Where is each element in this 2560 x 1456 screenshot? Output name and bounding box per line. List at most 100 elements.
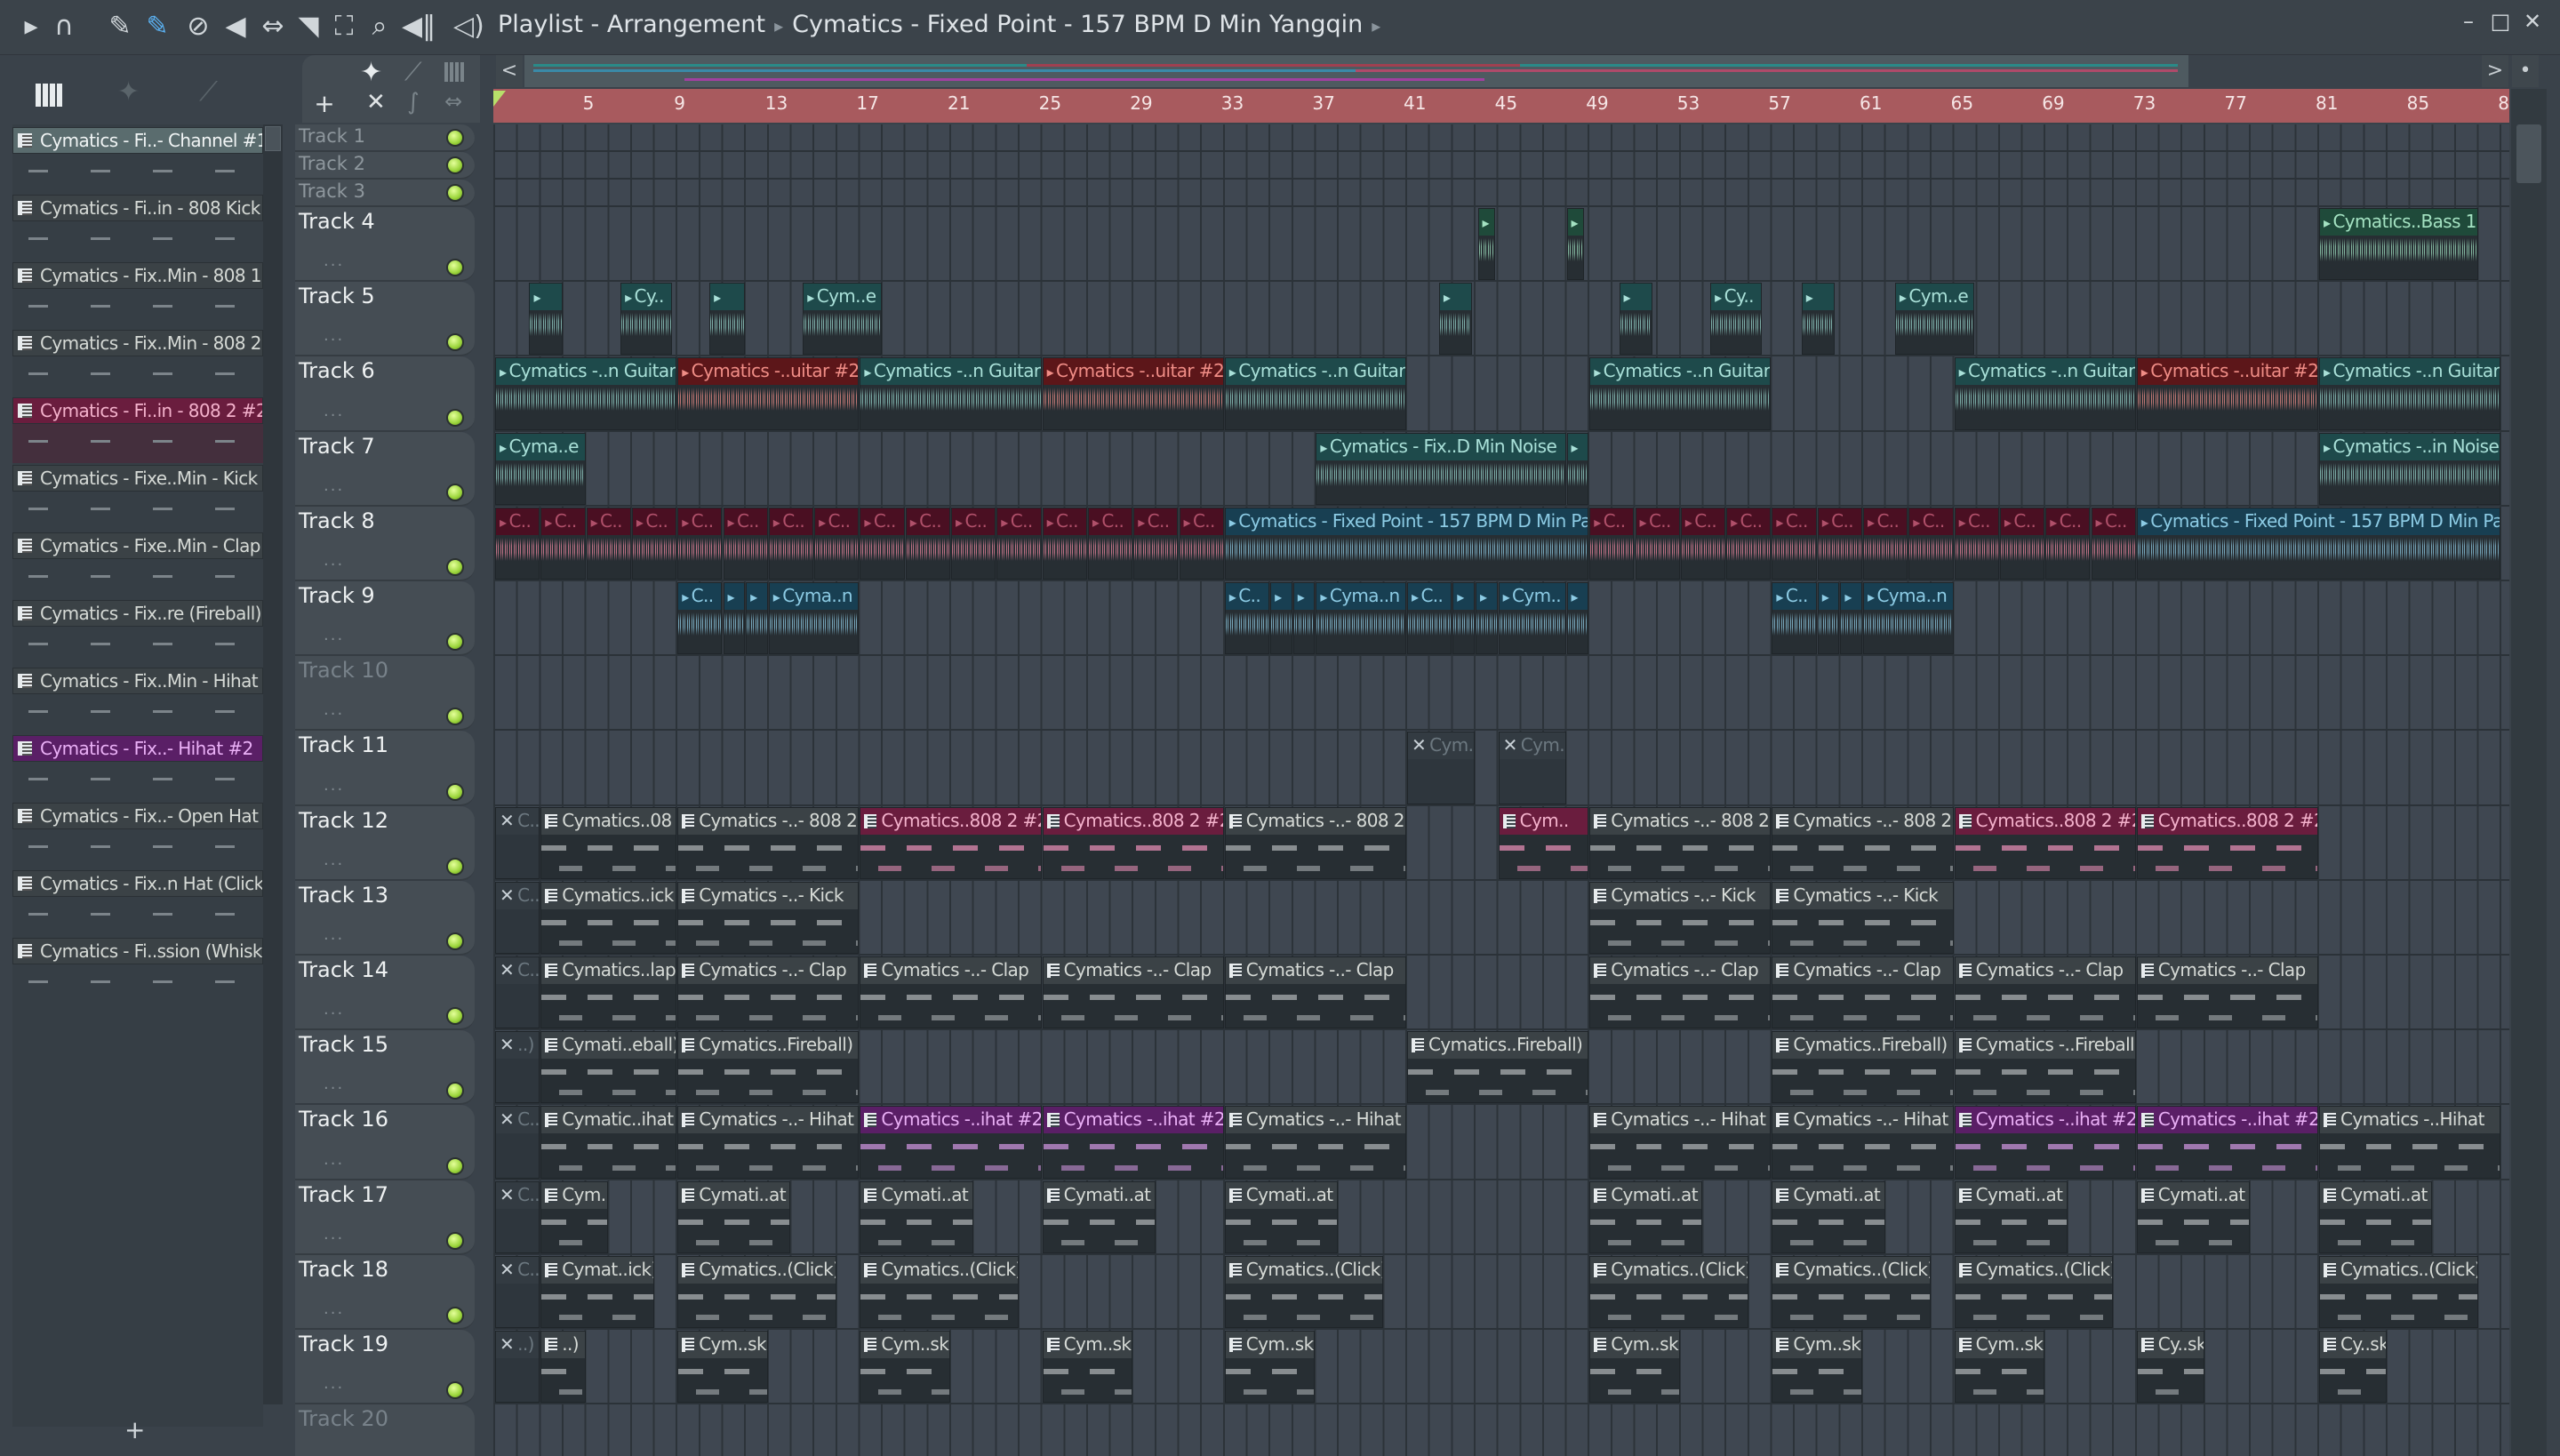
clip-header[interactable]: ▸ Cy..	[1711, 284, 1762, 311]
audio-clip[interactable]: ▸ C..	[677, 582, 723, 655]
clip-header[interactable]: Cymatics..lap	[541, 957, 676, 984]
clip-header[interactable]: Cy..sk)	[2137, 1332, 2204, 1358]
playback-icon[interactable]: ◀‖	[402, 9, 436, 44]
track-options[interactable]: ...	[324, 626, 344, 644]
timeline-ruler[interactable]: 5 9 13 17 21 25 29 33 37 41 45 49 53 57 61 65 69 73 77 81 85…	[493, 89, 2509, 123]
clip-header[interactable]: Cymatics -..- 808 2	[1590, 807, 1771, 835]
clip-header[interactable]: Cymatics..Fireball)	[1408, 1032, 1588, 1060]
clip-header[interactable]: Cymatics -..- Clap	[1955, 957, 2135, 984]
track-header[interactable]: Track 10...	[295, 656, 475, 732]
pattern-clip[interactable]: Cymatics -..- Kick	[677, 881, 860, 954]
pattern-clip[interactable]: Cymatics -..Hihat	[2319, 1106, 2501, 1179]
clip-header[interactable]: ▸ Cy..	[621, 284, 672, 311]
picker-item-header[interactable]: Cymatics - Fix..re (Fireball)	[12, 600, 263, 627]
audio-clip[interactable]: ▸	[1566, 432, 1589, 505]
audio-clip[interactable]: ▸ C..	[996, 507, 1042, 580]
audio-clip[interactable]: ▸ C..	[1133, 507, 1179, 580]
pattern-clip[interactable]: Cymatics -..- Clap	[1224, 956, 1406, 1029]
audio-clip[interactable]: ▸	[1475, 582, 1498, 655]
picker-scrollbar[interactable]	[263, 124, 283, 1404]
mute-icon[interactable]: ◀	[220, 9, 251, 44]
clip-header[interactable]: Cymatics -..- Clap	[860, 957, 1041, 984]
clip-header[interactable]: Cymatics..Fireball)	[1772, 1032, 1953, 1060]
clip-header[interactable]: ▸ Cymatics -..uitar #2	[1043, 358, 1223, 386]
clip-header[interactable]: ▸ C..	[1088, 508, 1132, 535]
audio-clip[interactable]: ▸ C..	[905, 507, 950, 580]
muted-clip[interactable]: ✕ C..	[495, 1255, 540, 1328]
audio-clip[interactable]: ▸ C..	[1042, 507, 1087, 580]
playlist-grid[interactable]: ▸ ▸ ▸ Cymatics..Bass 1 ▸ ▸ Cy.. ▸ ▸ Cym..e ▸ ▸ ▸ Cy..…	[493, 124, 2509, 1456]
audio-clip[interactable]: ▸ C..	[768, 507, 814, 580]
track-header[interactable]: Track 6...	[295, 356, 475, 432]
audio-clip[interactable]: ▸ Cymatics - Fixed Point - 157 BPM D Min …	[1224, 507, 1589, 580]
track-mute-led[interactable]	[446, 1082, 464, 1100]
clip-header[interactable]: ▸ Cymatics -..uitar #2	[678, 358, 859, 386]
clip-header[interactable]: ▸	[1453, 583, 1474, 610]
clip-header[interactable]: ..)	[541, 1332, 585, 1358]
track-mute-led[interactable]	[446, 1381, 464, 1400]
picker-item-header[interactable]: Cymatics - Fi..in - 808 Kick	[12, 195, 263, 221]
audio-clip[interactable]: ▸	[1477, 208, 1496, 281]
slip-icon[interactable]: ⇔	[258, 9, 288, 44]
clip-header[interactable]: ✕ C..	[496, 1107, 540, 1134]
track-options[interactable]: ...	[324, 402, 344, 420]
clip-header[interactable]: Cymatics..(Click)	[2320, 1256, 2477, 1284]
clip-header[interactable]: Cymatics -..ihat #2	[2137, 1107, 2317, 1134]
clip-header[interactable]: Cymatics..808 2 #2	[2137, 807, 2317, 835]
track-name[interactable]: Track 8	[299, 508, 375, 533]
clip-header[interactable]: Cym..sk)	[860, 1332, 949, 1358]
clip-header[interactable]: ▸ Cym..	[1499, 583, 1565, 610]
piano-icon[interactable]	[36, 84, 62, 107]
audio-clip[interactable]: ▸ C..	[1680, 507, 1726, 580]
clip-header[interactable]: Cymatics -..- Clap	[1590, 957, 1771, 984]
clip-header[interactable]: Cymatics..808 2 #2	[1955, 807, 2135, 835]
pattern-clip[interactable]: Cymatics -..- Hihat	[1224, 1106, 1406, 1179]
audio-clip[interactable]: ▸ C..	[1772, 582, 1817, 655]
track-name[interactable]: Track 15	[299, 1032, 388, 1057]
pattern-clip[interactable]: Cymatics -..- Hihat	[677, 1106, 860, 1179]
track-name[interactable]: Track 9	[299, 583, 375, 608]
audio-clip[interactable]: ▸ C..	[2091, 507, 2136, 580]
scroll-right-button[interactable]: >	[2482, 55, 2508, 87]
pattern-clip[interactable]: Cymatics -..- 808 2	[1772, 806, 1954, 879]
clip-header[interactable]: Cymatics -..- Kick	[1590, 882, 1771, 909]
clip-header[interactable]: Cymatics..(Click)	[1955, 1256, 2113, 1284]
audio-clip[interactable]: ▸	[1270, 582, 1292, 655]
track-name[interactable]: Track 4	[299, 209, 375, 234]
scroll-thumb[interactable]	[2516, 124, 2541, 183]
picker-item-header[interactable]: Cymatics - Fix..- Hihat #2	[12, 735, 263, 762]
pattern-clip[interactable]: Cymatics -..ihat #2	[2136, 1106, 2318, 1179]
clip-header[interactable]: ▸ Cymatics -..n Guitar	[2320, 358, 2500, 386]
track-mute-led[interactable]	[446, 857, 464, 876]
track-name[interactable]: Track 1	[299, 125, 365, 147]
track-mute-led[interactable]	[446, 129, 464, 147]
track-header[interactable]: Track 16...	[295, 1105, 475, 1180]
clip-header[interactable]: Cymatics -..- Clap	[678, 957, 859, 984]
clip-header[interactable]: ▸	[1818, 583, 1839, 610]
audio-clip[interactable]: ▸ Cymatics -..uitar #2	[1042, 357, 1224, 430]
clip-header[interactable]: Cymatics..808 2 #2	[1043, 807, 1223, 835]
clip-header[interactable]: ▸ Cymatics -..n Guitar	[496, 358, 676, 386]
pattern-clip[interactable]: Cymatics..(Click)	[1224, 1255, 1384, 1328]
track-name[interactable]: Track 19	[299, 1332, 388, 1356]
pattern-clip[interactable]: Cymatics -..ihat #2	[860, 1106, 1042, 1179]
pattern-clip[interactable]: Cymatics..08 2	[540, 806, 677, 879]
audio-clip[interactable]: ▸ Cyma..n	[768, 582, 860, 655]
picker-item[interactable]: Cymatics - Fix..Min - 808 2	[12, 330, 263, 396]
audio-clip[interactable]: ▸ C..	[1999, 507, 2045, 580]
clip-header[interactable]: Cymatics -..- Clap	[1043, 957, 1223, 984]
clip-header[interactable]: ▸ C..	[1636, 508, 1679, 535]
audio-clip[interactable]: ▸ C..	[1772, 507, 1817, 580]
track-header[interactable]: Track 5...	[295, 282, 475, 357]
picker-item-header[interactable]: Cymatics - Fi..- Channel #1	[12, 127, 263, 154]
clip-header[interactable]: Cym..sk)	[678, 1332, 767, 1358]
clip-header[interactable]: ✕ C..	[496, 807, 540, 835]
clip-header[interactable]: ✕..)	[496, 1032, 540, 1060]
slice-icon[interactable]: ◥	[293, 9, 324, 44]
picker-item-header[interactable]: Cymatics - Fi..ssion (Whisk)	[12, 938, 263, 964]
pattern-clip[interactable]: Cy..sk)	[2319, 1331, 2387, 1404]
stretch-icon[interactable]: ⇔	[444, 89, 462, 114]
clip-header[interactable]: ▸	[1439, 284, 1472, 311]
picker-item[interactable]: Cymatics - Fix..Min - 808 1	[12, 262, 263, 328]
clip-header[interactable]: Cymatics -..- Clap	[1225, 957, 1405, 984]
